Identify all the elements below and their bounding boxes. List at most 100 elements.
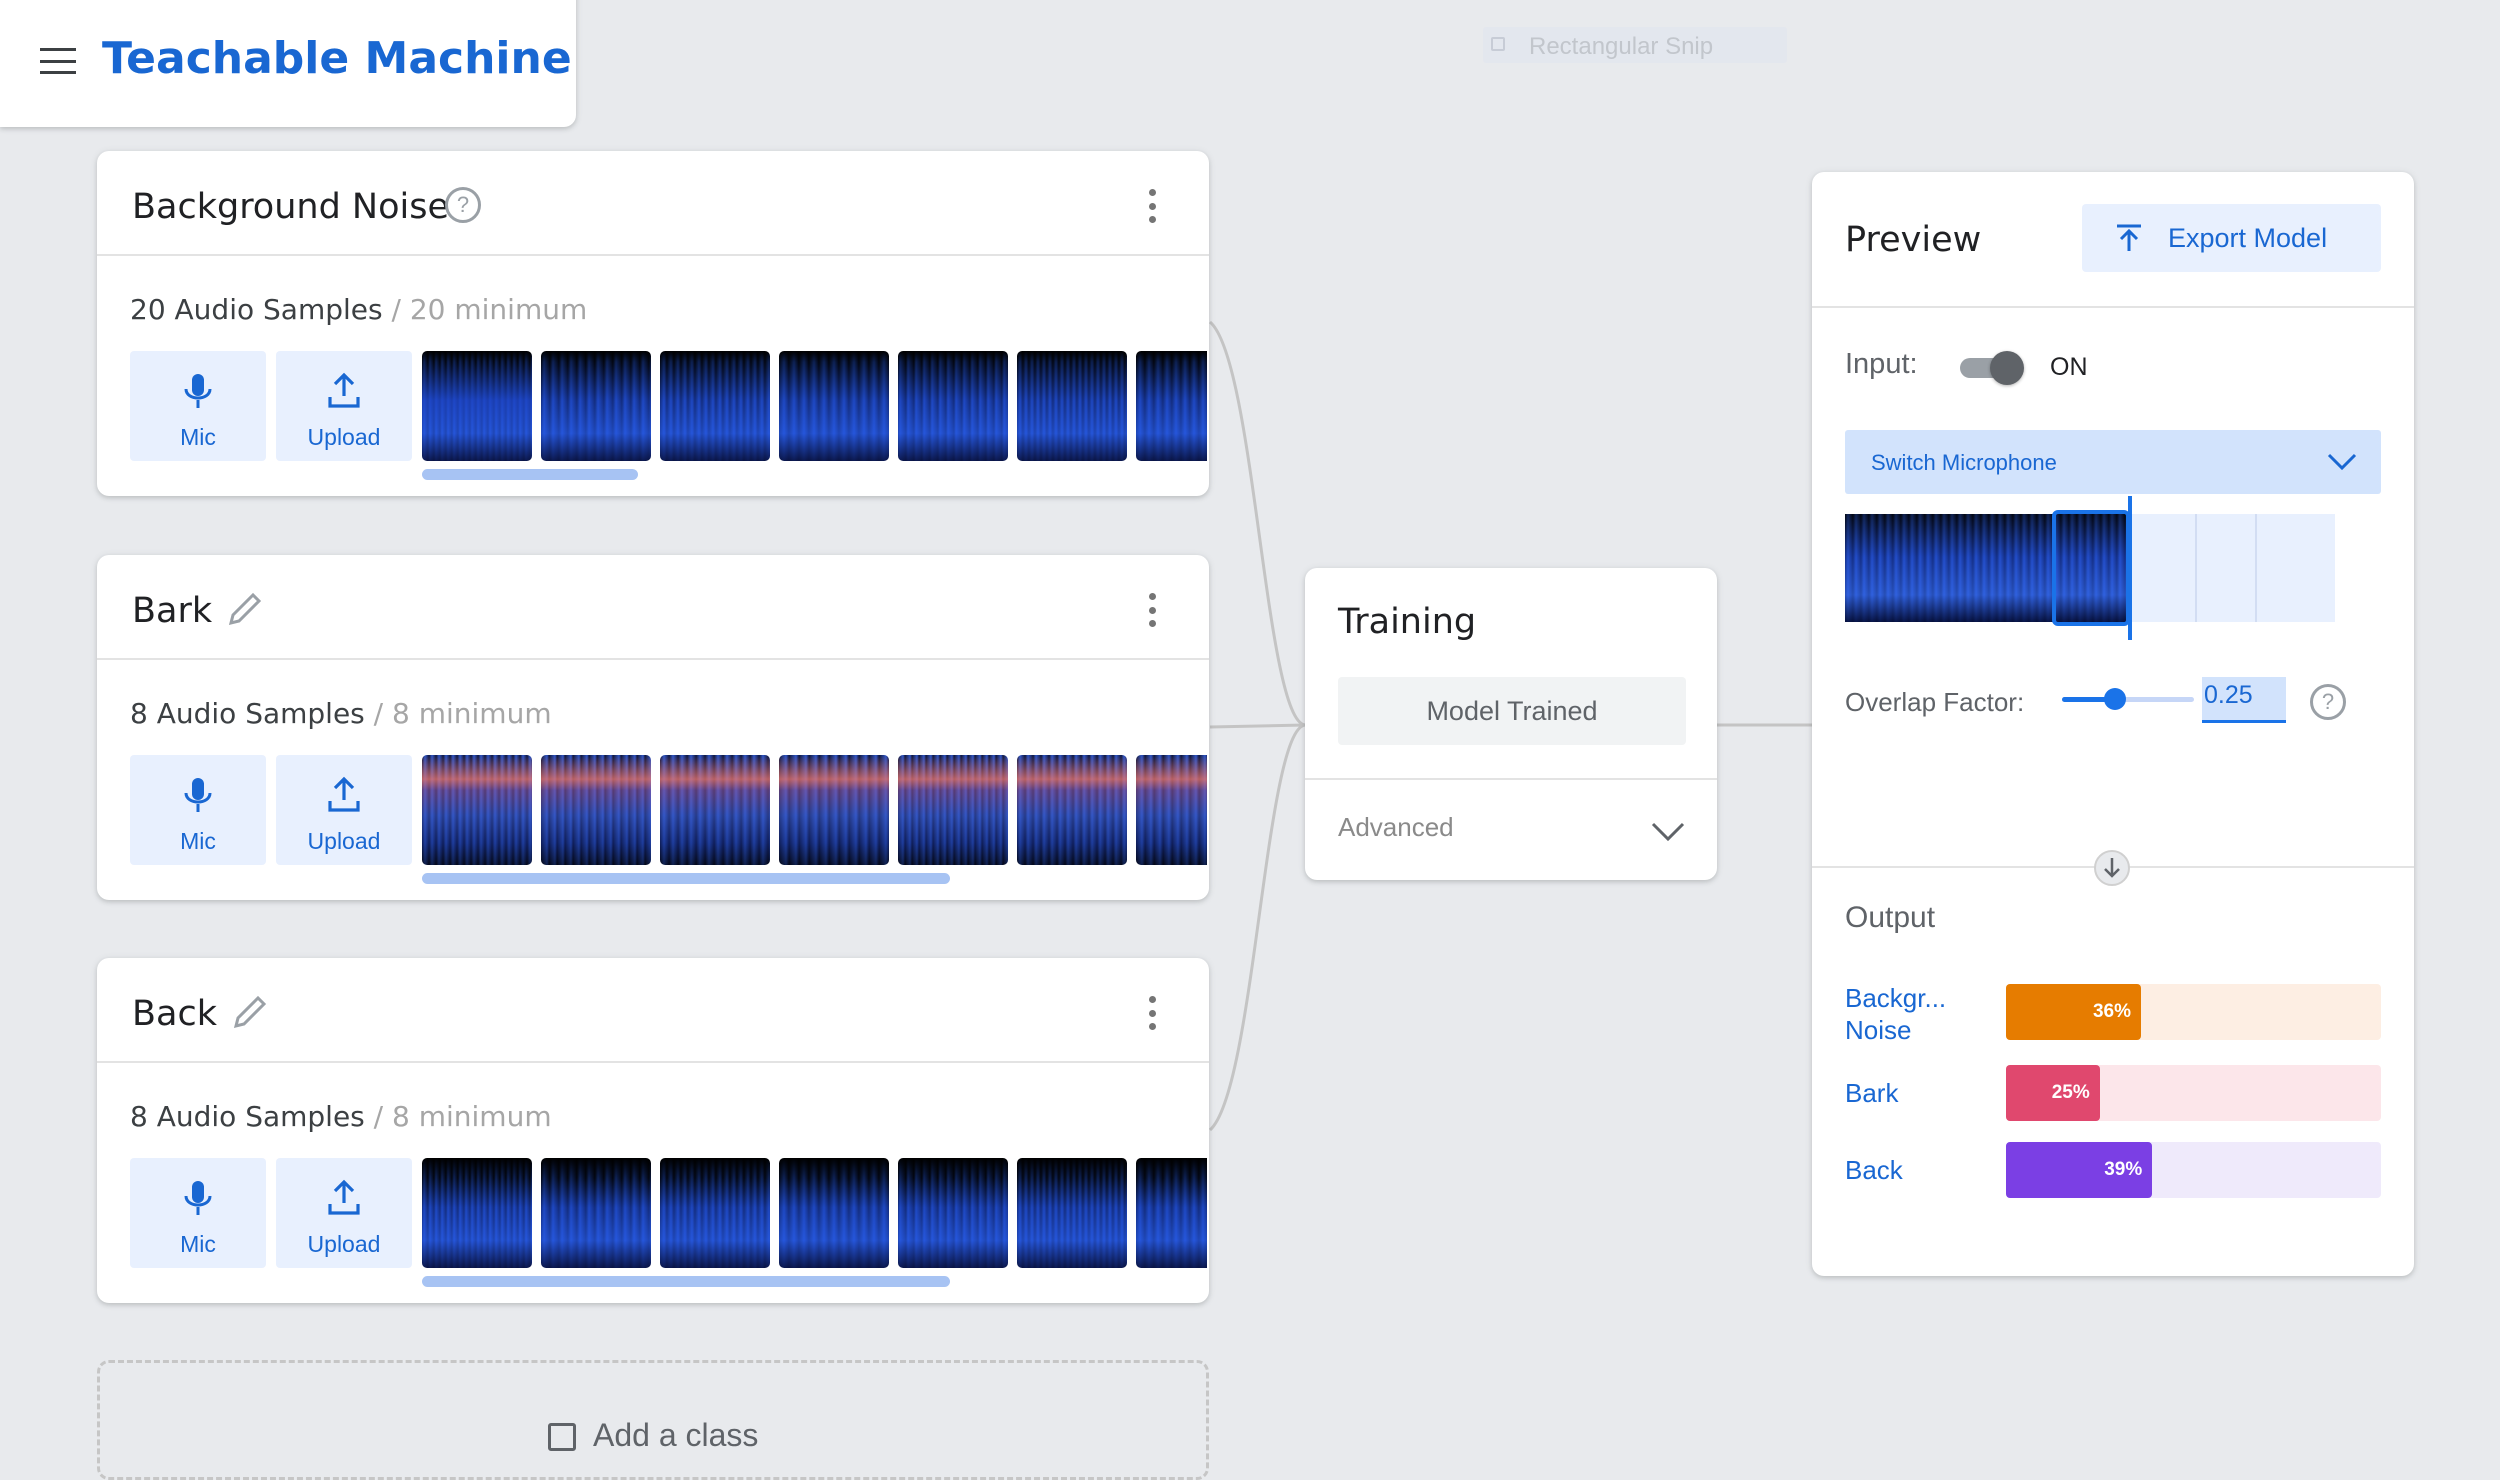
mic-label: Mic [180, 424, 216, 450]
advanced-label: Advanced [1338, 812, 1454, 842]
sample-thumbnail[interactable] [1017, 755, 1127, 865]
overlap-label: Overlap Factor: [1845, 687, 2025, 717]
sample-count-text: 8 Audio Samples [130, 1100, 365, 1133]
edit-icon[interactable] [230, 992, 270, 1032]
input-toggle[interactable] [1960, 351, 2024, 385]
output-row: Backgr... Noise 36% [1812, 983, 2414, 1045]
upload-button[interactable]: Upload [276, 1158, 412, 1268]
sample-progress-bar [422, 469, 638, 480]
sample-thumbnail[interactable] [541, 351, 651, 461]
sample-thumbnail[interactable] [422, 1158, 532, 1268]
sample-progress-bar [422, 1276, 950, 1287]
advanced-toggle[interactable]: Advanced [1305, 780, 1717, 880]
more-options-icon[interactable] [1145, 996, 1159, 1030]
class-name[interactable]: Bark [132, 591, 212, 631]
output-percent: 25% [2051, 1082, 2090, 1103]
sample-thumbnail[interactable] [779, 755, 889, 865]
sample-thumbnail[interactable] [660, 755, 770, 865]
sample-thumbnail[interactable] [779, 351, 889, 461]
sample-thumbnail[interactable] [660, 351, 770, 461]
sample-count: 20 Audio Samples / 20 minimum [130, 293, 587, 326]
arrow-down-icon [2094, 850, 2130, 886]
sample-count-text: 20 Audio Samples [130, 293, 383, 326]
help-icon[interactable]: ? [445, 187, 481, 223]
mic-label: Mic [180, 1231, 216, 1257]
mic-button[interactable]: Mic [130, 755, 266, 865]
chevron-down-icon [2327, 453, 2357, 471]
sample-thumbnail[interactable] [1136, 351, 1207, 461]
output-bar-fill: 25% [2006, 1065, 2100, 1121]
class-name[interactable]: Background Noise [132, 187, 449, 227]
switch-microphone-label: Switch Microphone [1871, 450, 2057, 475]
output-percent: 36% [2092, 1001, 2131, 1022]
mic-icon [184, 778, 212, 812]
output-bar-track: 39% [2006, 1142, 2381, 1198]
sample-minimum-text: / 8 minimum [364, 1100, 552, 1133]
model-trained-button[interactable]: Model Trained [1338, 677, 1686, 745]
sample-thumbnail[interactable] [422, 351, 532, 461]
export-label: Export Model [2168, 223, 2328, 253]
training-title: Training [1338, 602, 1477, 642]
output-bar-fill: 36% [2006, 984, 2141, 1040]
upload-icon [328, 1179, 360, 1215]
upload-label: Upload [307, 424, 381, 450]
overlap-value-input[interactable]: 0.25 [2202, 677, 2286, 723]
mic-button[interactable]: Mic [130, 351, 266, 461]
sample-thumbnail[interactable] [541, 755, 651, 865]
output-row: Bark 25% [1812, 1065, 2414, 1125]
output-percent: 39% [2104, 1159, 2143, 1180]
class-card-header: Back [97, 958, 1209, 1063]
class-card-header: Background Noise? [97, 151, 1209, 256]
sample-thumbnail[interactable] [1017, 351, 1127, 461]
sample-minimum-text: / 20 minimum [382, 293, 588, 326]
add-icon [548, 1423, 576, 1451]
export-model-button[interactable]: Export Model [2082, 204, 2381, 272]
chevron-down-icon [1651, 822, 1685, 842]
output-label: Bark [1845, 1078, 1899, 1108]
preview-window-highlight [2052, 510, 2130, 626]
sample-thumbnail[interactable] [660, 1158, 770, 1268]
menu-icon[interactable] [40, 48, 76, 74]
sample-thumbnail[interactable] [1136, 1158, 1207, 1268]
sample-minimum-text: / 8 minimum [364, 697, 552, 730]
overlap-slider[interactable] [2062, 684, 2194, 714]
edit-icon[interactable] [225, 589, 265, 629]
sample-count-text: 8 Audio Samples [130, 697, 365, 730]
mic-button[interactable]: Mic [130, 1158, 266, 1268]
toggle-state: ON [2050, 353, 2088, 381]
sample-thumbnail[interactable] [898, 351, 1008, 461]
more-options-icon[interactable] [1145, 593, 1159, 627]
add-class-label: Add a class [593, 1417, 759, 1453]
sample-thumbnails [422, 1158, 1207, 1268]
mic-label: Mic [180, 828, 216, 854]
more-options-icon[interactable] [1145, 189, 1159, 223]
class-name[interactable]: Back [132, 994, 217, 1034]
sample-count: 8 Audio Samples / 8 minimum [130, 697, 552, 730]
sample-thumbnail[interactable] [1136, 755, 1207, 865]
mic-icon [184, 374, 212, 408]
sample-count: 8 Audio Samples / 8 minimum [130, 1100, 552, 1133]
switch-microphone-dropdown[interactable]: Switch Microphone [1845, 430, 2381, 494]
preview-card: Preview Export Model Input: ON Switch Mi… [1812, 172, 2414, 1276]
sample-thumbnail[interactable] [779, 1158, 889, 1268]
output-label: Back [1845, 1155, 1903, 1185]
help-icon[interactable]: ? [2310, 684, 2346, 720]
sample-thumbnail[interactable] [422, 755, 532, 865]
snip-overlay: Rectangular Snip [1483, 27, 1787, 63]
sample-thumbnail[interactable] [1017, 1158, 1127, 1268]
sample-thumbnail[interactable] [541, 1158, 651, 1268]
add-class-button[interactable]: Add a class [97, 1360, 1209, 1480]
class-card: Bark 8 Audio Samples / 8 minimum Mic Upload [97, 555, 1209, 900]
upload-label: Upload [307, 828, 381, 854]
sample-thumbnail[interactable] [898, 755, 1008, 865]
upload-button[interactable]: Upload [276, 755, 412, 865]
upload-label: Upload [307, 1231, 381, 1257]
input-label: Input: [1845, 348, 1918, 380]
sample-progress-bar [422, 873, 950, 884]
sample-thumbnail[interactable] [898, 1158, 1008, 1268]
mic-icon [184, 1181, 212, 1215]
output-title: Output [1845, 901, 1936, 934]
output-bar-track: 25% [2006, 1065, 2381, 1121]
app-title[interactable]: Teachable Machine [102, 33, 572, 84]
upload-button[interactable]: Upload [276, 351, 412, 461]
